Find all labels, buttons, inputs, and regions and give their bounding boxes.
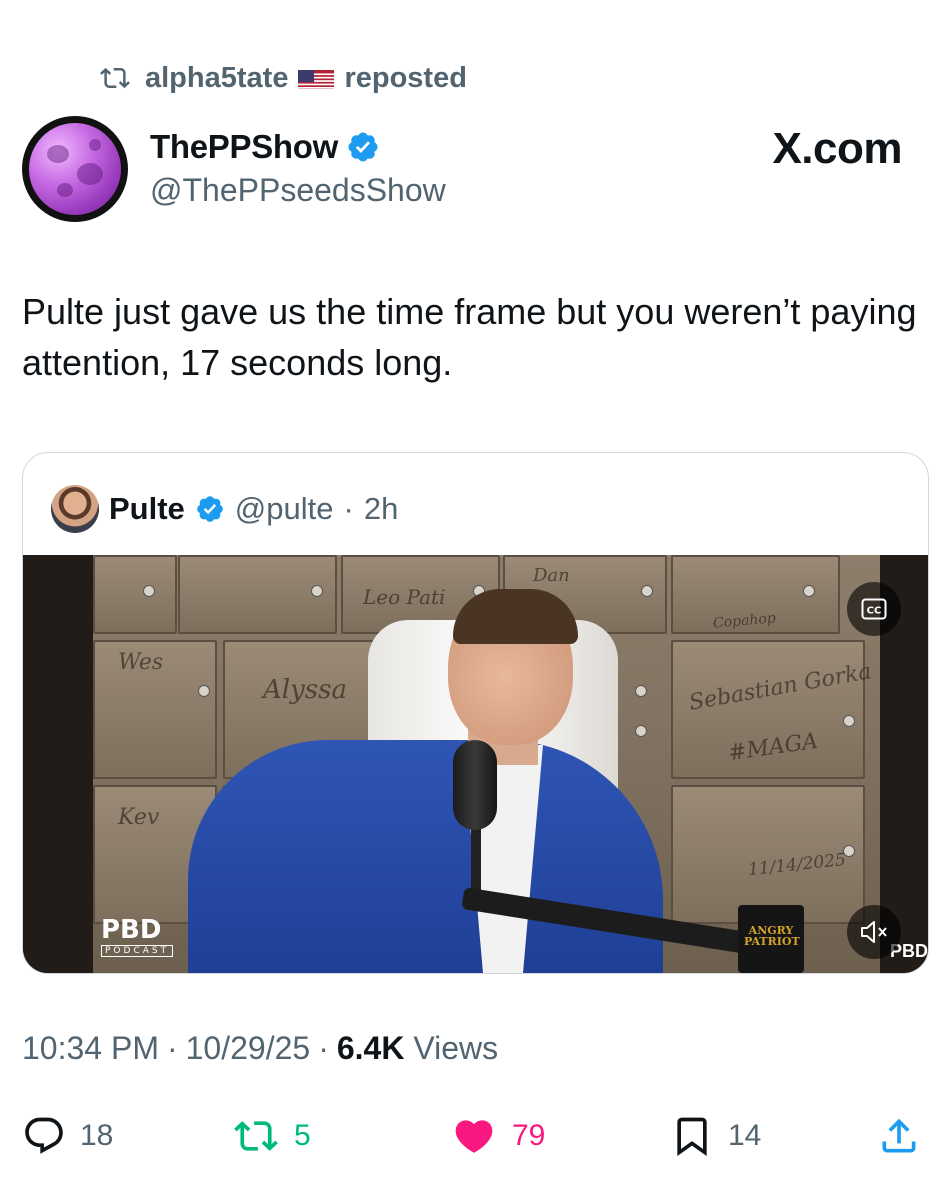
quoted-post-card[interactable]: Pulte @pulte · 2h Sebastian Gorka #MAGA … (22, 452, 929, 974)
repost-icon (234, 1121, 278, 1151)
share-icon (882, 1118, 916, 1153)
speaker-jacket (188, 740, 663, 973)
verified-badge-icon (196, 496, 223, 522)
us-flag-icon (298, 67, 335, 89)
microphone (453, 740, 497, 830)
author-avatar[interactable] (22, 116, 128, 222)
separator-dot: · (343, 491, 354, 526)
x-brand-logo: X.com (772, 124, 902, 173)
quoted-author-name[interactable]: Pulte (109, 491, 185, 527)
post-date[interactable]: 10/29/25 (186, 1030, 311, 1067)
repost-user[interactable]: alpha5tate (145, 62, 288, 95)
repost-button[interactable]: 5 (232, 1108, 311, 1164)
captions-icon: CC (861, 598, 887, 620)
repost-label: reposted (344, 61, 467, 94)
pbd-watermark: PBD PODCAST (101, 917, 174, 957)
views-label: Views (413, 1030, 499, 1066)
moon-image (29, 123, 121, 215)
repost-count: 5 (294, 1119, 311, 1152)
author-name-row[interactable]: ThePPShow (150, 128, 380, 166)
mug-text: ANGRY PATRIOT (744, 924, 800, 948)
bookmark-button[interactable]: 14 (670, 1108, 761, 1164)
reply-count: 18 (80, 1119, 114, 1152)
verified-badge-icon (348, 132, 378, 162)
quoted-author-avatar[interactable] (51, 485, 99, 533)
repost-indicator: alpha5tate reposted (95, 56, 467, 100)
views-count: 6.4K (336, 1030, 405, 1066)
action-bar: 18 5 79 14 (22, 1108, 927, 1164)
mug: ANGRY PATRIOT (738, 905, 804, 973)
quoted-post-age: 2h (363, 491, 399, 526)
quoted-author-handle[interactable]: @pulte (235, 491, 334, 527)
bookmark-count: 14 (728, 1119, 762, 1152)
heart-icon (455, 1120, 493, 1153)
author-handle[interactable]: @ThePPseedsShow (150, 172, 446, 209)
mute-button[interactable] (847, 905, 901, 959)
like-button[interactable]: 79 (450, 1108, 545, 1164)
captions-button[interactable]: CC (847, 582, 901, 636)
post-text: Pulte just gave us the time frame but yo… (22, 291, 917, 383)
quoted-post-header: Pulte @pulte · 2h (51, 485, 398, 533)
reply-button[interactable]: 18 (22, 1108, 113, 1164)
svg-text:CC: CC (867, 606, 882, 617)
share-button[interactable] (877, 1108, 921, 1164)
like-count: 79 (512, 1119, 546, 1152)
post-meta: 10:34 PM · 10/29/25 · 6.4K Views (22, 1030, 499, 1067)
post-time[interactable]: 10:34 PM (22, 1030, 159, 1067)
repost-icon (100, 67, 130, 89)
reply-icon (25, 1117, 63, 1154)
bookmark-icon (677, 1117, 707, 1157)
muted-speaker-icon (861, 921, 887, 943)
video-player[interactable]: Sebastian Gorka #MAGA 11/14/2025 Copahop… (23, 555, 928, 973)
author-display-name[interactable]: ThePPShow (150, 128, 338, 166)
